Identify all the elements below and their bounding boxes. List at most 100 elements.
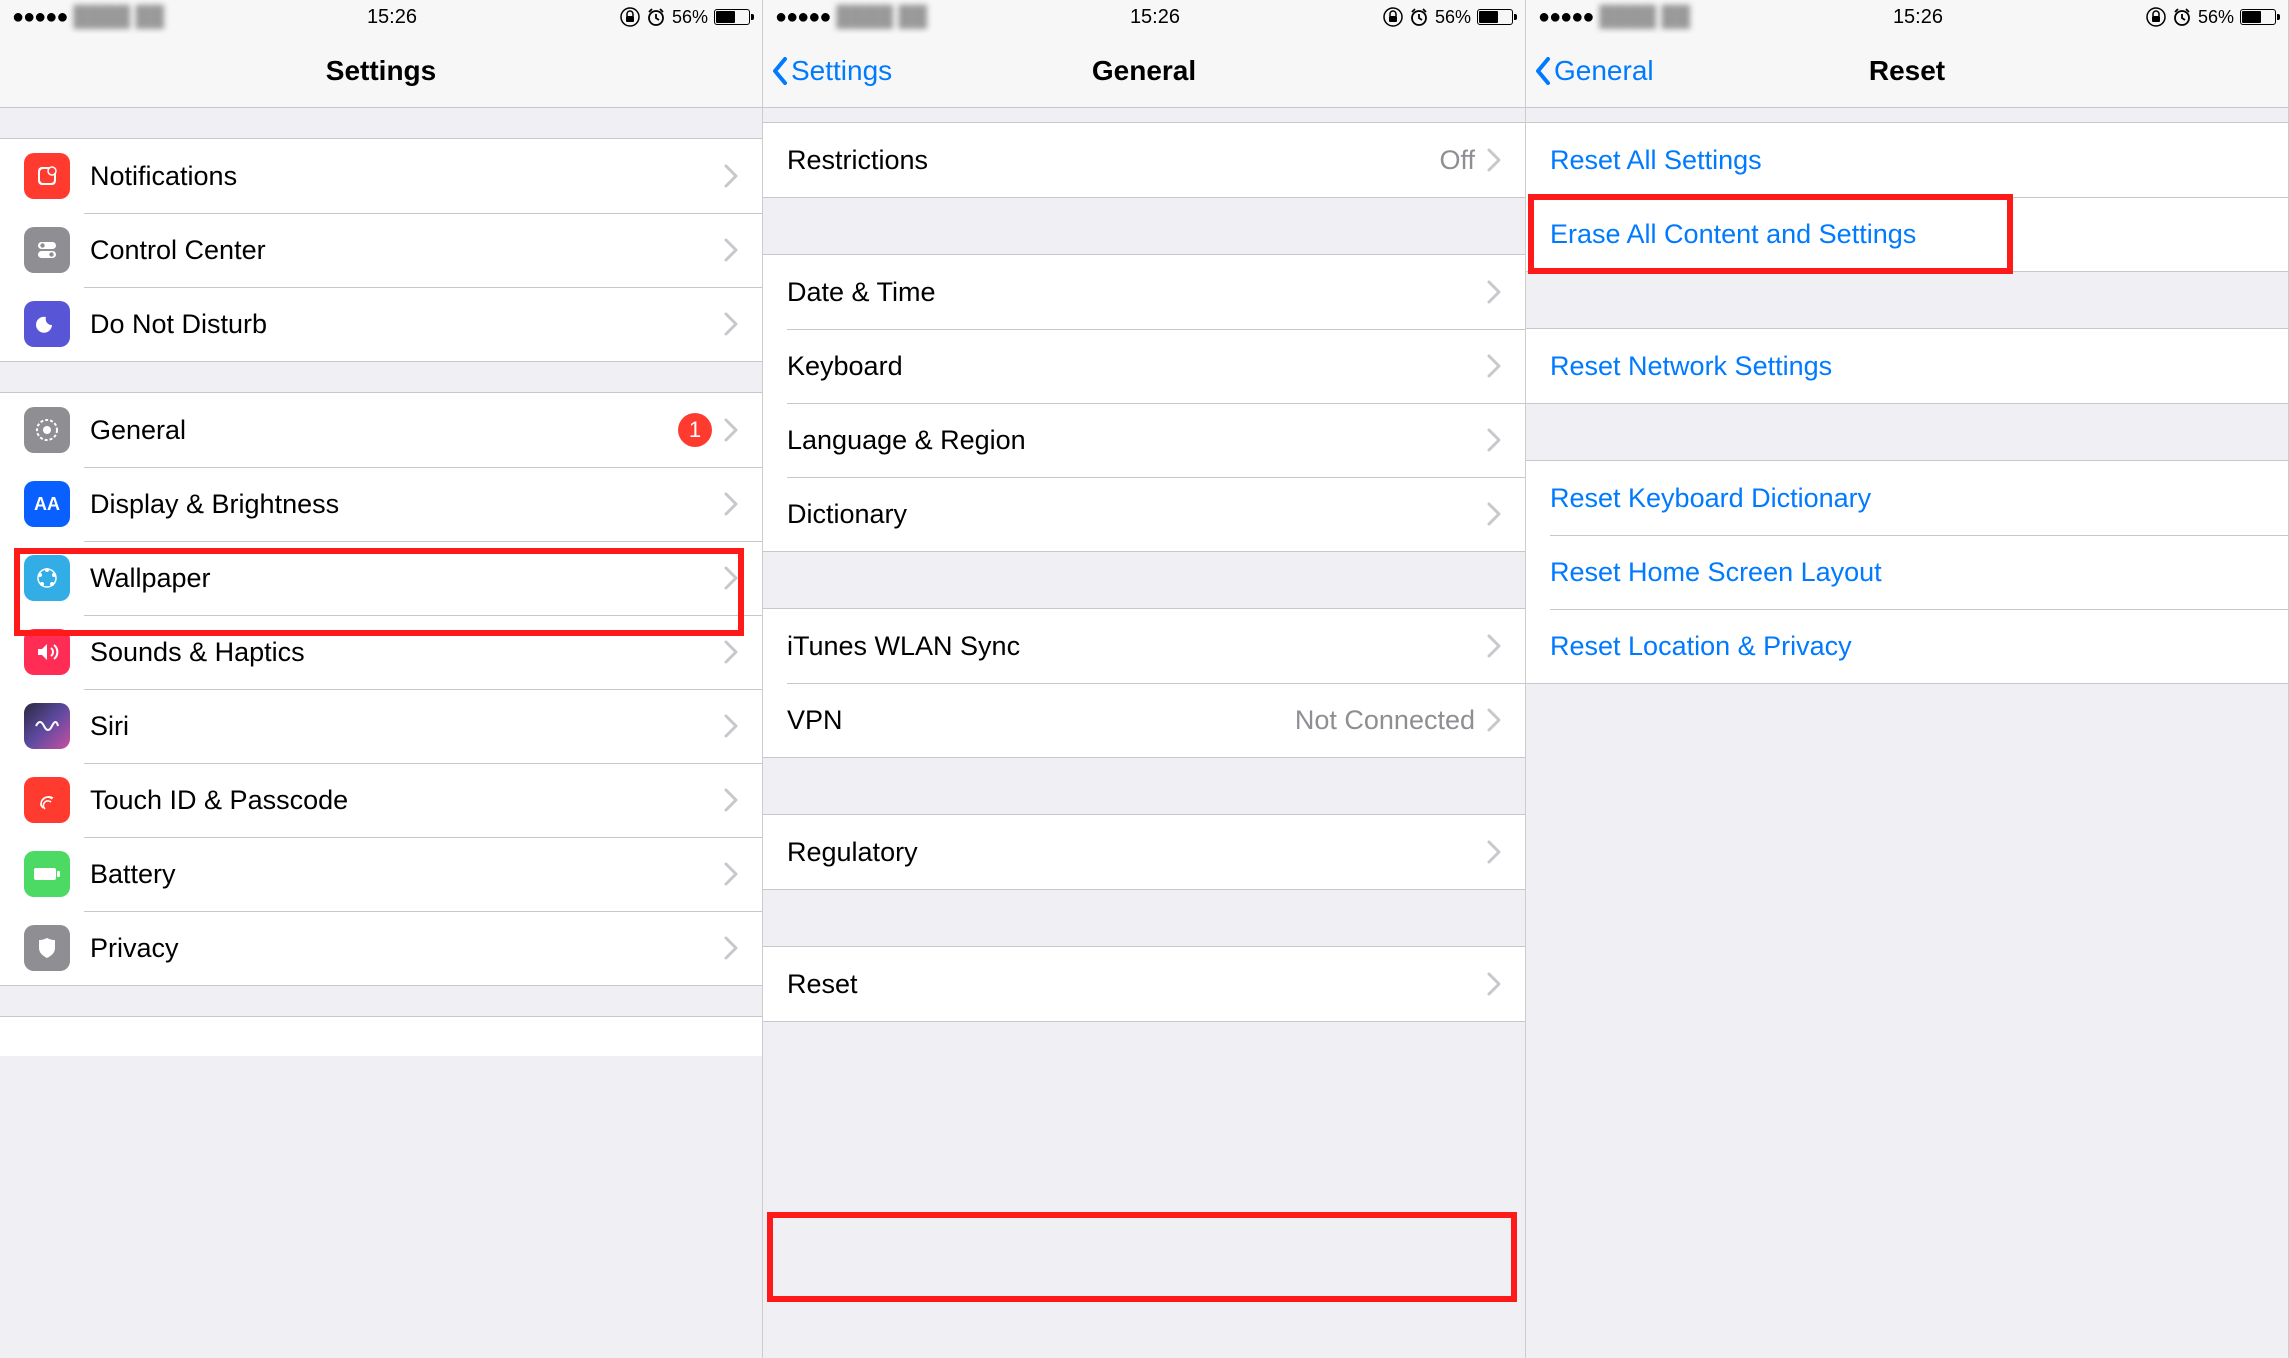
alarm-icon bbox=[646, 7, 666, 27]
status-bar: ●●●●● ████ ██ 15:26 56% bbox=[1526, 0, 2288, 34]
signal-dots-icon: ●●●●● bbox=[775, 6, 830, 29]
chevron-right-icon bbox=[1487, 502, 1501, 526]
chevron-right-icon bbox=[724, 788, 738, 812]
row-reset-location-privacy[interactable]: Reset Location & Privacy bbox=[1526, 609, 2288, 683]
chevron-right-icon bbox=[1487, 972, 1501, 996]
cell-label: Privacy bbox=[90, 933, 724, 964]
notifications-icon bbox=[24, 153, 70, 199]
cell-label: Reset All Settings bbox=[1550, 145, 2264, 176]
group-reset: Reset bbox=[763, 946, 1525, 1022]
row-keyboard[interactable]: Keyboard bbox=[763, 329, 1525, 403]
cell-label: Erase All Content and Settings bbox=[1550, 219, 2264, 250]
row-itunes-sync[interactable]: iTunes WLAN Sync bbox=[763, 609, 1525, 683]
chevron-right-icon bbox=[1487, 354, 1501, 378]
row-erase-all[interactable]: Erase All Content and Settings bbox=[1526, 197, 2288, 271]
row-siri[interactable]: Siri bbox=[0, 689, 762, 763]
moon-icon bbox=[24, 301, 70, 347]
cell-label: iTunes WLAN Sync bbox=[787, 631, 1487, 662]
row-reset-home-layout[interactable]: Reset Home Screen Layout bbox=[1526, 535, 2288, 609]
row-display-brightness[interactable]: AA Display & Brightness bbox=[0, 467, 762, 541]
chevron-right-icon bbox=[724, 640, 738, 664]
row-privacy[interactable]: Privacy bbox=[0, 911, 762, 985]
lock-icon bbox=[620, 7, 640, 27]
clock: 15:26 bbox=[1893, 6, 1943, 29]
reset-screen: ●●●●● ████ ██ 15:26 56% General Reset Re… bbox=[1526, 0, 2289, 1358]
fingerprint-icon bbox=[24, 777, 70, 823]
row-do-not-disturb[interactable]: Do Not Disturb bbox=[0, 287, 762, 361]
clock: 15:26 bbox=[1130, 6, 1180, 29]
cell-label: Sounds & Haptics bbox=[90, 637, 724, 668]
row-notifications[interactable]: Notifications bbox=[0, 139, 762, 213]
cell-label: Reset Network Settings bbox=[1550, 351, 2264, 382]
page-title: Settings bbox=[0, 55, 762, 87]
battery-pct: 56% bbox=[1435, 7, 1471, 28]
row-vpn[interactable]: VPN Not Connected bbox=[763, 683, 1525, 757]
cell-label: Dictionary bbox=[787, 499, 1487, 530]
row-wallpaper[interactable]: Wallpaper bbox=[0, 541, 762, 615]
row-language-region[interactable]: Language & Region bbox=[763, 403, 1525, 477]
siri-icon bbox=[24, 703, 70, 749]
chevron-right-icon bbox=[724, 418, 738, 442]
row-battery[interactable]: Battery bbox=[0, 837, 762, 911]
group-itunes-vpn: iTunes WLAN Sync VPN Not Connected bbox=[763, 608, 1525, 758]
row-dictionary[interactable]: Dictionary bbox=[763, 477, 1525, 551]
row-reset-network[interactable]: Reset Network Settings bbox=[1526, 329, 2288, 403]
clock: 15:26 bbox=[367, 6, 417, 29]
battery-icon bbox=[714, 9, 750, 25]
row-reset[interactable]: Reset bbox=[763, 947, 1525, 1021]
row-reset-all-settings[interactable]: Reset All Settings bbox=[1526, 123, 2288, 197]
cell-label: Reset bbox=[787, 969, 1487, 1000]
privacy-icon bbox=[24, 925, 70, 971]
group-reset-network: Reset Network Settings bbox=[1526, 328, 2288, 404]
carrier-label: ████ ██ bbox=[1599, 6, 1690, 29]
battery-pct: 56% bbox=[2198, 7, 2234, 28]
settings-group-notifs: Notifications Control Center Do Not Dist… bbox=[0, 138, 762, 362]
row-reset-keyboard-dict[interactable]: Reset Keyboard Dictionary bbox=[1526, 461, 2288, 535]
chevron-right-icon bbox=[1487, 428, 1501, 452]
navbar: General Reset bbox=[1526, 34, 2288, 108]
cell-label: General bbox=[90, 415, 678, 446]
signal-dots-icon: ●●●●● bbox=[1538, 6, 1593, 29]
group-reset-other: Reset Keyboard Dictionary Reset Home Scr… bbox=[1526, 460, 2288, 684]
group-restrictions: Restrictions Off bbox=[763, 122, 1525, 198]
badge: 1 bbox=[678, 413, 712, 447]
cell-label: Wallpaper bbox=[90, 563, 724, 594]
carrier-label: ████ ██ bbox=[836, 6, 927, 29]
row-control-center[interactable]: Control Center bbox=[0, 213, 762, 287]
chevron-right-icon bbox=[1487, 708, 1501, 732]
cell-value: Not Connected bbox=[1295, 705, 1475, 736]
lock-icon bbox=[2146, 7, 2166, 27]
signal-dots-icon: ●●●●● bbox=[12, 6, 67, 29]
chevron-right-icon bbox=[724, 566, 738, 590]
highlight-reset bbox=[767, 1212, 1517, 1302]
row-restrictions[interactable]: Restrictions Off bbox=[763, 123, 1525, 197]
chevron-right-icon bbox=[724, 238, 738, 262]
chevron-right-icon bbox=[724, 714, 738, 738]
cell-value: Off bbox=[1439, 145, 1475, 176]
chevron-right-icon bbox=[1487, 280, 1501, 304]
cell-label: Reset Keyboard Dictionary bbox=[1550, 483, 2264, 514]
battery-icon bbox=[1477, 9, 1513, 25]
chevron-right-icon bbox=[724, 164, 738, 188]
cell-label: Display & Brightness bbox=[90, 489, 724, 520]
cell-label: Restrictions bbox=[787, 145, 1439, 176]
row-general[interactable]: General 1 bbox=[0, 393, 762, 467]
cell-label: VPN bbox=[787, 705, 1295, 736]
chevron-right-icon bbox=[1487, 148, 1501, 172]
row-sounds[interactable]: Sounds & Haptics bbox=[0, 615, 762, 689]
cell-label: Reset Location & Privacy bbox=[1550, 631, 2264, 662]
settings-screen: ●●●●● ████ ██ 15:26 56% Settings Notific… bbox=[0, 0, 763, 1358]
row-touchid[interactable]: Touch ID & Passcode bbox=[0, 763, 762, 837]
cell-label: Battery bbox=[90, 859, 724, 890]
battery-icon bbox=[24, 851, 70, 897]
row-date-time[interactable]: Date & Time bbox=[763, 255, 1525, 329]
group-regulatory: Regulatory bbox=[763, 814, 1525, 890]
status-bar: ●●●●● ████ ██ 15:26 56% bbox=[0, 0, 762, 34]
cell-label: Control Center bbox=[90, 235, 724, 266]
lock-icon bbox=[1383, 7, 1403, 27]
display-icon: AA bbox=[24, 481, 70, 527]
navbar: Settings General bbox=[763, 34, 1525, 108]
cell-label: Keyboard bbox=[787, 351, 1487, 382]
row-regulatory[interactable]: Regulatory bbox=[763, 815, 1525, 889]
wallpaper-icon bbox=[24, 555, 70, 601]
